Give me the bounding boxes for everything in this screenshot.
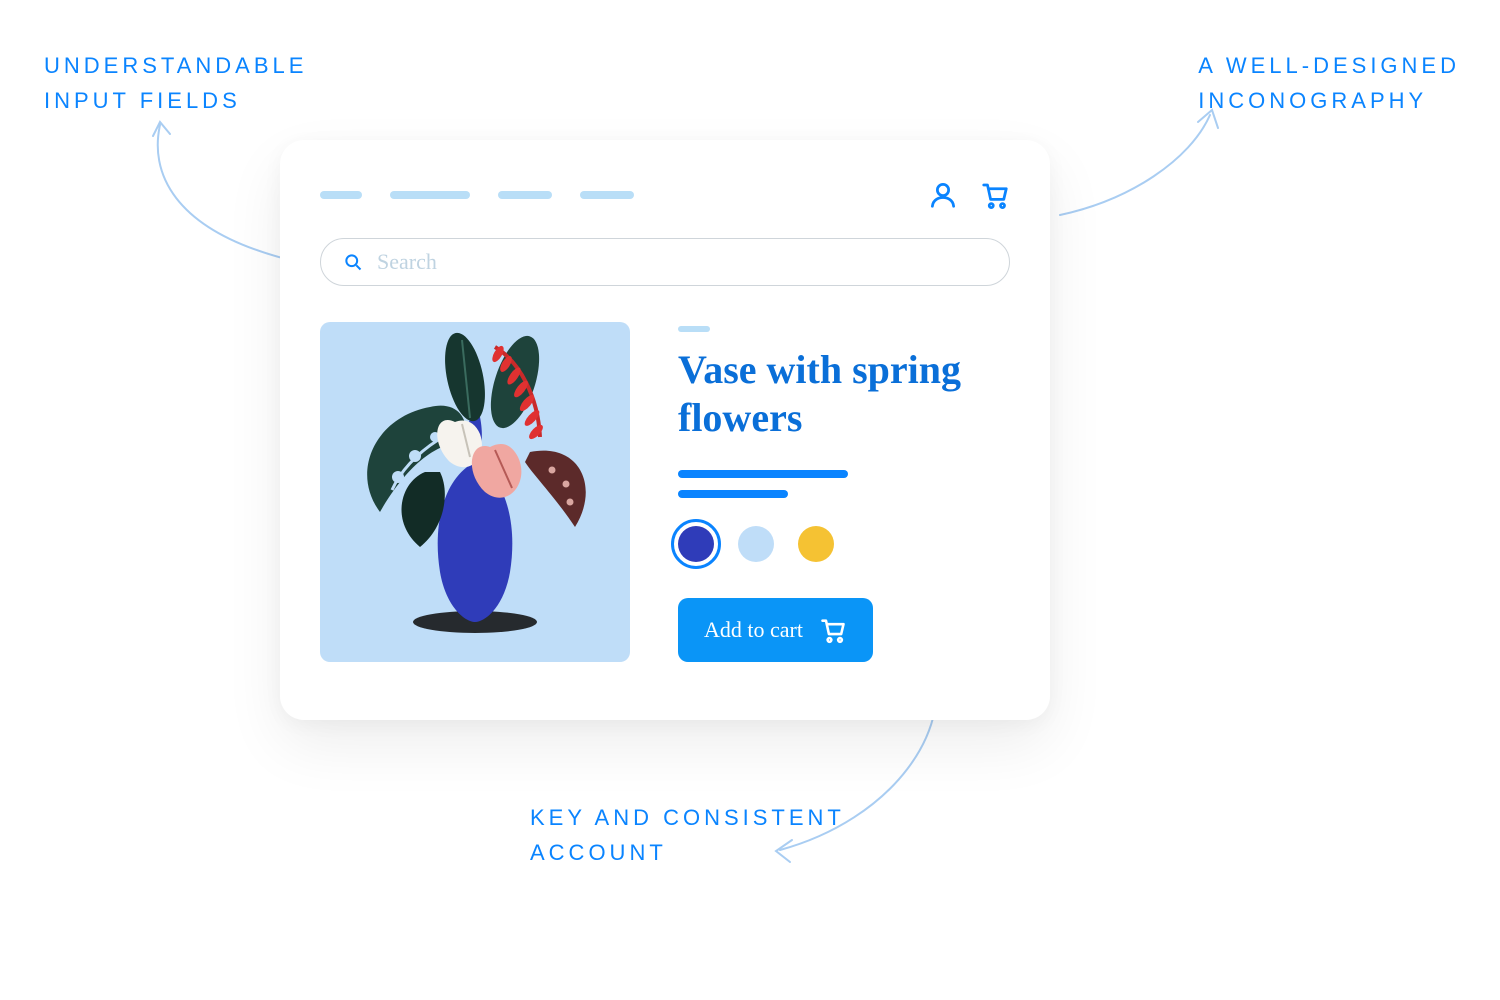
add-to-cart-button[interactable]: Add to cart <box>678 598 873 662</box>
arrow-icon <box>1050 100 1230 230</box>
color-swatches <box>678 526 1010 562</box>
product-image <box>320 322 630 662</box>
nav-item[interactable] <box>498 191 552 199</box>
cart-icon <box>819 616 847 644</box>
nav-item[interactable] <box>580 191 634 199</box>
product-title: Vase with spring flowers <box>678 346 1010 442</box>
color-swatch-blue[interactable] <box>678 526 714 562</box>
annotation-line: A WELL-DESIGNED <box>1198 48 1460 83</box>
product-info: Vase with spring flowers Add to cart <box>678 322 1010 662</box>
annotation-line: UNDERSTANDABLE <box>44 48 307 83</box>
annotation-line: INCONOGRAPHY <box>1198 83 1460 118</box>
cart-icon[interactable] <box>980 180 1010 210</box>
nav-item[interactable] <box>320 191 362 199</box>
search-field[interactable] <box>320 238 1010 286</box>
category-tag <box>678 326 710 332</box>
add-to-cart-label: Add to cart <box>704 617 803 643</box>
color-swatch-yellow[interactable] <box>798 526 834 562</box>
product-section: Vase with spring flowers Add to cart <box>320 322 1010 662</box>
product-card: Vase with spring flowers Add to cart <box>280 140 1050 720</box>
nav-item[interactable] <box>390 191 470 199</box>
annotation-iconography: A WELL-DESIGNED INCONOGRAPHY <box>1198 48 1460 118</box>
vase-illustration <box>320 322 630 662</box>
annotation-input-fields: UNDERSTANDABLE INPUT FIELDS <box>44 48 307 118</box>
top-nav <box>320 180 1010 210</box>
color-swatch-lightblue[interactable] <box>738 526 774 562</box>
search-icon <box>343 252 363 272</box>
search-input[interactable] <box>377 249 987 275</box>
user-icon[interactable] <box>928 180 958 210</box>
description-line <box>678 470 848 478</box>
description-line <box>678 490 788 498</box>
